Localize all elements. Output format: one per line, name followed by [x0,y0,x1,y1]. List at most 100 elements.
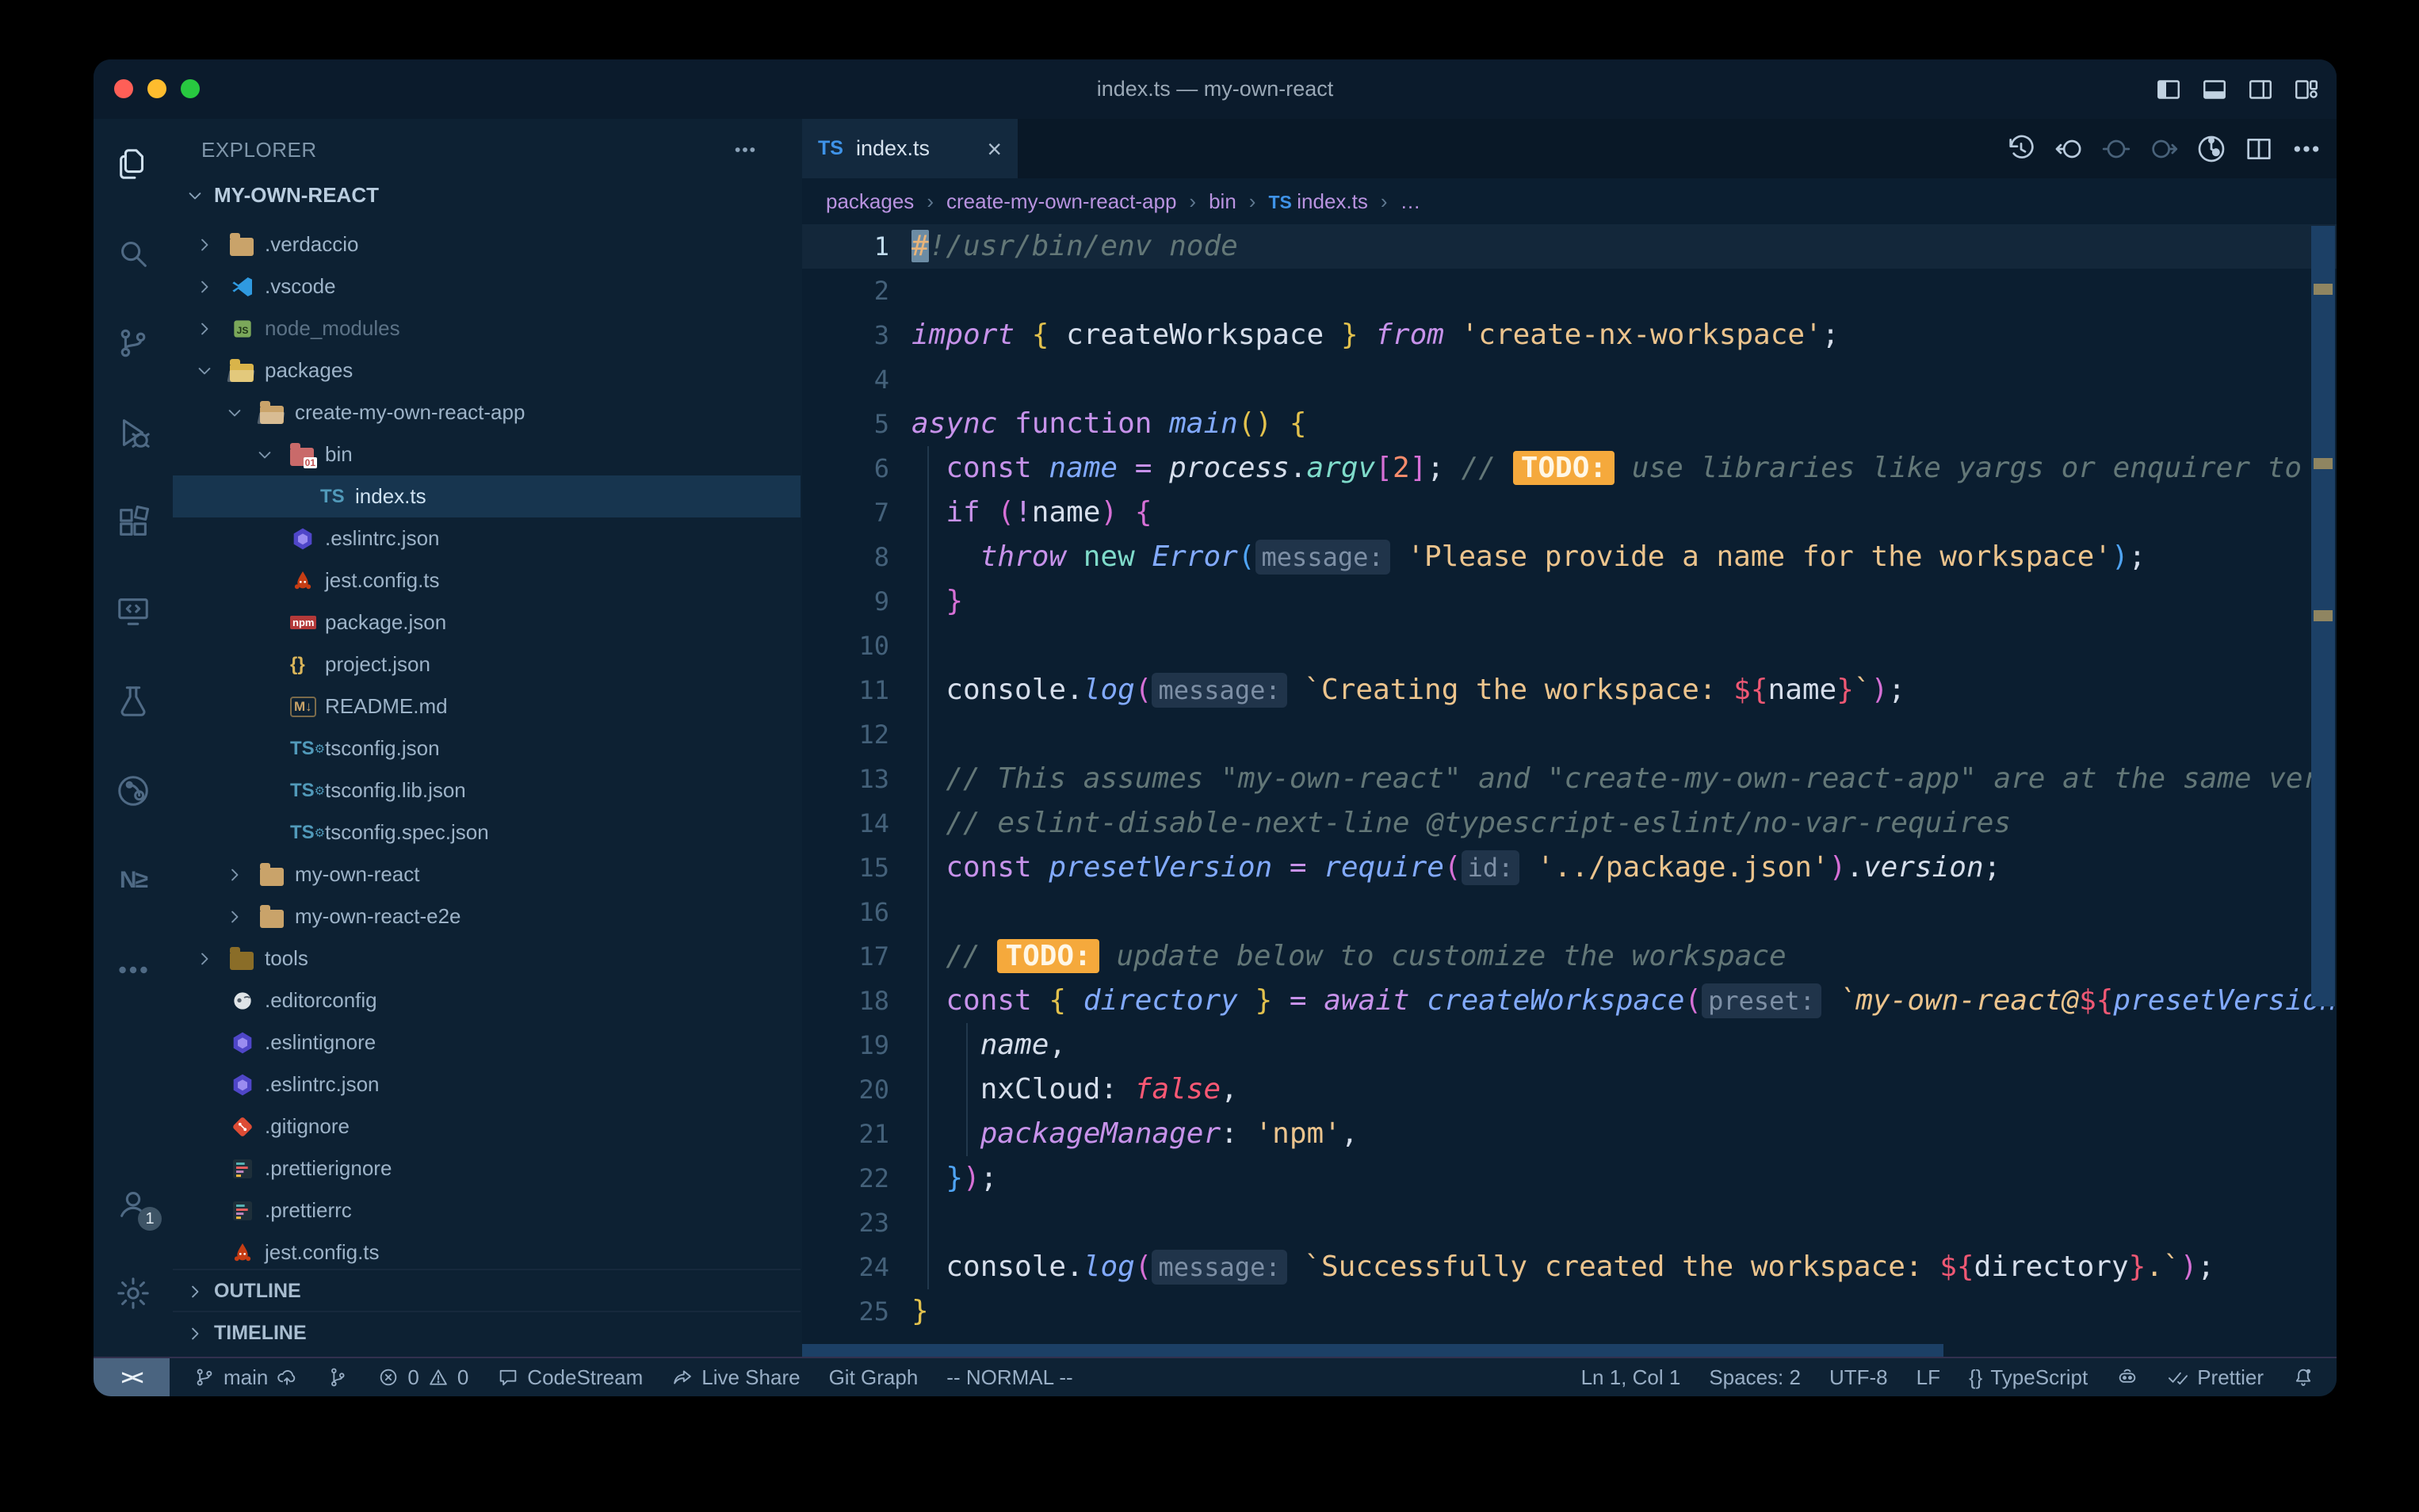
tree-item-tsconfig.json[interactable]: TS⚙tsconfig.json [173,727,801,769]
status-branch[interactable]: main [193,1365,298,1390]
code-line-4[interactable]: 4 [802,357,2337,402]
tab-index-ts[interactable]: TS index.ts × [802,119,1018,178]
activity-nx-console-button[interactable]: N≥ [94,835,173,925]
activity-extensions-button[interactable] [94,477,173,567]
more-actions-button[interactable] [2291,133,2322,165]
activity-test-beaker-button[interactable] [94,656,173,746]
activity-run-debug-button[interactable] [94,388,173,477]
activity-search-button[interactable] [94,208,173,298]
status-indentation[interactable]: Spaces: 2 [1709,1365,1801,1390]
compare-previous-button[interactable] [2053,133,2085,165]
status-codestream[interactable]: CodeStream [497,1365,643,1390]
breadcrumb-item[interactable]: create-my-own-react-app [946,189,1176,214]
tree-item-.eslintrc.json[interactable]: .eslintrc.json [173,517,801,559]
tree-item-bin[interactable]: 01bin [173,433,801,475]
status-git-graph-status[interactable] [327,1366,349,1388]
breadcrumb-item[interactable]: TS index.ts [1268,189,1367,214]
activity-gitlens-button[interactable] [94,746,173,835]
tree-item-.prettierignore[interactable]: .prettierignore [173,1147,801,1189]
code-line-5[interactable]: 5async function main() { [802,402,2337,446]
tree-item-.eslintignore[interactable]: .eslintignore [173,1021,801,1063]
activity-source-control-button[interactable] [94,298,173,388]
tree-item-.editorconfig[interactable]: .editorconfig [173,979,801,1021]
outline-section[interactable]: OUTLINE [173,1269,801,1312]
nav-circle-button[interactable] [2100,133,2132,165]
tree-item-my-own-react[interactable]: my-own-react [173,853,801,895]
code-line-21[interactable]: 21 packageManager: 'npm', [802,1112,2337,1156]
tree-item-.vscode[interactable]: .vscode [173,265,801,307]
activity-files-button[interactable] [94,119,173,208]
tree-item-tools[interactable]: tools [173,937,801,979]
file-history-button[interactable] [2195,133,2227,165]
line-number: 17 [802,941,911,972]
breadcrumb-item[interactable]: bin [1209,189,1236,214]
code-line-12[interactable]: 12 [802,712,2337,757]
code-line-24[interactable]: 24 console.log(message: `Successfully cr… [802,1245,2337,1289]
local-history-button[interactable] [2005,133,2037,165]
nav-circle-forward-button[interactable] [2148,133,2180,165]
code-line-6[interactable]: 6 const name = process.argv[2]; // TODO:… [802,446,2337,491]
tree-item-index.ts[interactable]: TSindex.ts [173,475,801,517]
status-notifications[interactable] [2292,1366,2314,1388]
tree-item-.eslintrc.json[interactable]: .eslintrc.json [173,1063,801,1105]
code-line-8[interactable]: 8 throw new Error(message: 'Please provi… [802,535,2337,579]
remote-indicator[interactable]: >< [94,1358,170,1396]
code-line-3[interactable]: 3import { createWorkspace } from 'create… [802,313,2337,357]
code-line-15[interactable]: 15 const presetVersion = require(id: '..… [802,846,2337,890]
code-line-17[interactable]: 17 // TODO: update below to customize th… [802,934,2337,979]
explorer-more-button[interactable] [732,137,758,162]
split-editor-button[interactable] [2243,133,2275,165]
code-line-13[interactable]: 13 // This assumes "my-own-react" and "c… [802,757,2337,801]
tab-close-icon[interactable]: × [987,136,1002,162]
code-line-10[interactable]: 10 [802,624,2337,668]
tree-item-.prettierrc[interactable]: .prettierrc [173,1189,801,1231]
activity-account-button[interactable]: 1 [94,1159,173,1248]
status-problems[interactable]: 00 [377,1365,468,1390]
timeline-section[interactable]: TIMELINE [173,1311,801,1354]
tree-item-node_modules[interactable]: JSnode_modules [173,307,801,349]
code-line-11[interactable]: 11 console.log(message: `Creating the wo… [802,668,2337,712]
tree-item-tsconfig.spec.json[interactable]: TS⚙tsconfig.spec.json [173,811,801,853]
tree-item-jest.config.ts[interactable]: jest.config.ts [173,1231,801,1269]
vertical-scrollbar[interactable] [2311,226,2335,1006]
tree-item-.gitignore[interactable]: .gitignore [173,1105,801,1147]
activity-remote-explorer-button[interactable] [94,567,173,656]
status-cursor-position[interactable]: Ln 1, Col 1 [1581,1365,1681,1390]
breadcrumb-item[interactable]: packages [826,189,914,214]
tree-item-my-own-react-e2e[interactable]: my-own-react-e2e [173,895,801,937]
tree-item-create-my-own-react-app[interactable]: create-my-own-react-app [173,391,801,433]
code-line-18[interactable]: 18 const { directory } = await createWor… [802,979,2337,1023]
code-line-16[interactable]: 16 [802,890,2337,934]
tree-item-.verdaccio[interactable]: .verdaccio [173,223,801,265]
code-line-19[interactable]: 19 name, [802,1023,2337,1067]
code-line-14[interactable]: 14 // eslint-disable-next-line @typescri… [802,801,2337,846]
status-language-mode[interactable]: {}TypeScript [1969,1365,2088,1390]
code-line-20[interactable]: 20 nxCloud: false, [802,1067,2337,1112]
status-eol[interactable]: LF [1916,1365,1940,1390]
tree-item-tsconfig.lib.json[interactable]: TS⚙tsconfig.lib.json [173,769,801,811]
horizontal-scrollbar[interactable] [802,1344,1943,1357]
tree-item-README.md[interactable]: M↓README.md [173,685,801,727]
code-line-7[interactable]: 7 if (!name) { [802,491,2337,535]
tree-item-package.json[interactable]: npmpackage.json [173,601,801,643]
status-vim-mode[interactable]: -- NORMAL -- [946,1365,1072,1390]
activity-more-tools-button[interactable] [94,925,173,1014]
tree-item-project.json[interactable]: {}project.json [173,643,801,685]
status-encoding[interactable]: UTF-8 [1829,1365,1888,1390]
breadcrumb-item[interactable]: … [1401,189,1421,214]
code-line-1[interactable]: 1#!/usr/bin/env node [802,224,2337,269]
tree-item-jest.config.ts[interactable]: jest.config.ts [173,559,801,601]
status-git-graph[interactable]: Git Graph [829,1365,919,1390]
code-line-2[interactable]: 2 [802,269,2337,313]
activity-settings-gear-button[interactable] [94,1248,173,1338]
code-line-23[interactable]: 23 [802,1201,2337,1245]
status-prettier[interactable]: Prettier [2167,1365,2264,1390]
status-live-share[interactable]: Live Share [671,1365,800,1390]
workspace-section-header[interactable]: MY-OWN-REACT [173,174,802,216]
status-copilot[interactable] [2116,1366,2138,1388]
code-line-25[interactable]: 25} [802,1289,2337,1334]
code-line-22[interactable]: 22 }); [802,1156,2337,1201]
code-line-9[interactable]: 9 } [802,579,2337,624]
tree-item-packages[interactable]: packages [173,349,801,391]
code-area[interactable]: 1#!/usr/bin/env node23import { createWor… [802,224,2337,1358]
